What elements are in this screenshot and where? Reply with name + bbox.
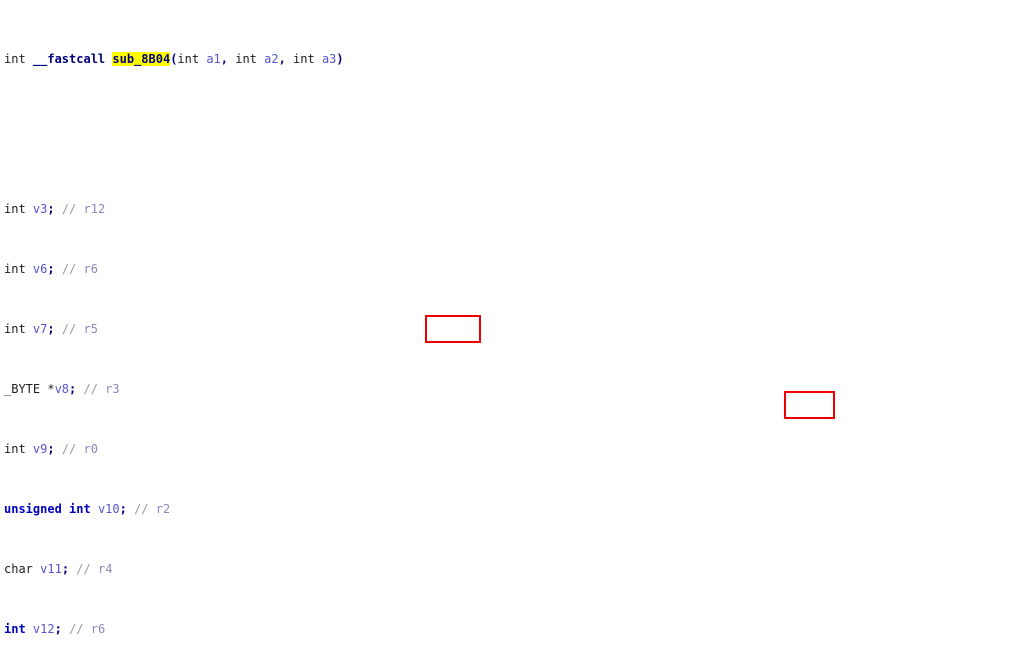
decl-type-v10: unsigned int — [4, 502, 91, 516]
arg-a1: a1 — [206, 52, 221, 66]
comment-slashes-v9: // — [61, 442, 84, 456]
decl-line-v10[interactable]: unsigned int v10; // r2 — [0, 502, 1022, 517]
code-listing[interactable]: int __fastcall sub_8B04(int a1, int a2, … — [0, 0, 1022, 666]
arg-a3: a3 — [321, 52, 337, 66]
semi-v8: ; — [69, 382, 84, 396]
decl-reg-v11: r4 — [97, 562, 113, 576]
decl-name-v8[interactable]: v8 — [55, 382, 69, 396]
semi-v10: ; — [119, 502, 135, 516]
comment-slashes-v8: // — [83, 382, 106, 396]
semi-v9: ; — [47, 442, 62, 456]
signature-return-type: int — [4, 52, 33, 66]
decl-name-v11[interactable]: v11 — [40, 562, 62, 576]
decl-line-v11[interactable]: char v11; // r4 — [0, 562, 1022, 577]
decl-reg-v12: r6 — [90, 622, 106, 636]
decl-line-v12[interactable]: int v12; // r6 — [0, 622, 1022, 637]
decl-name-v3[interactable]: v3 — [33, 202, 47, 216]
pseudocode-view[interactable]: int __fastcall sub_8B04(int a1, int a2, … — [0, 0, 1022, 666]
decl-name-v12[interactable]: v12 — [33, 622, 55, 636]
sp-v9 — [26, 442, 33, 456]
decl-reg-v8: r3 — [105, 382, 120, 396]
comma-2: , — [278, 52, 294, 66]
function-signature-line[interactable]: int __fastcall sub_8B04(int a1, int a2, … — [0, 52, 1022, 67]
decl-type-v9: int — [4, 442, 26, 456]
sp-v12 — [26, 622, 33, 636]
decl-line-v8[interactable]: _BYTE *v8; // r3 — [0, 382, 1022, 397]
decl-line-v9[interactable]: int v9; // r0 — [0, 442, 1022, 457]
comment-slashes-v11: // — [76, 562, 98, 576]
decl-reg-v7: r5 — [83, 322, 98, 336]
decl-reg-v9: r0 — [83, 442, 98, 456]
decl-line-v7[interactable]: int v7; // r5 — [0, 322, 1022, 337]
signature-calling-convention: __fastcall — [32, 52, 113, 66]
signature-arg-a3: int — [293, 52, 322, 66]
comment-slashes-v6: // — [61, 262, 84, 276]
semi-v11: ; — [61, 562, 77, 576]
decl-type-v6: int — [4, 262, 26, 276]
comment-slashes-v3: // — [61, 202, 84, 216]
decl-type-v7: int — [4, 322, 26, 336]
decl-type-v11: char — [4, 562, 33, 576]
sp-v10 — [91, 502, 98, 516]
comment-slashes-v7: // — [61, 322, 84, 336]
decl-name-v7[interactable]: v7 — [33, 322, 47, 336]
semi-v6: ; — [47, 262, 62, 276]
decl-reg-v10: r2 — [155, 502, 171, 516]
decl-name-v6[interactable]: v6 — [33, 262, 47, 276]
paren-close: ) — [336, 52, 344, 66]
decl-line-v3[interactable]: int v3; // r12 — [0, 202, 1022, 217]
decl-name-v9[interactable]: v9 — [33, 442, 47, 456]
sp-v7 — [26, 322, 33, 336]
semi-v12: ; — [54, 622, 70, 636]
function-name-highlighted[interactable]: sub_8B04 — [112, 52, 171, 66]
decl-type-v8: _BYTE * — [4, 382, 55, 396]
sp-v6 — [26, 262, 33, 276]
decl-reg-v6: r6 — [83, 262, 98, 276]
comment-slashes-v12: // — [69, 622, 91, 636]
arg-a2: a2 — [264, 52, 279, 66]
decl-type-v3: int — [4, 202, 26, 216]
signature-arg-a1: int — [177, 52, 207, 66]
decl-line-v6[interactable]: int v6; // r6 — [0, 262, 1022, 277]
comma-1: , — [220, 52, 236, 66]
signature-arg-a2: int — [235, 52, 265, 66]
semi-v7: ; — [47, 322, 62, 336]
decl-name-v10[interactable]: v10 — [98, 502, 120, 516]
sp-v3 — [26, 202, 33, 216]
decl-type-v12: int — [4, 622, 26, 636]
semi-v3: ; — [47, 202, 62, 216]
comment-slashes-v10: // — [134, 502, 156, 516]
decl-reg-v3: r12 — [83, 202, 106, 216]
